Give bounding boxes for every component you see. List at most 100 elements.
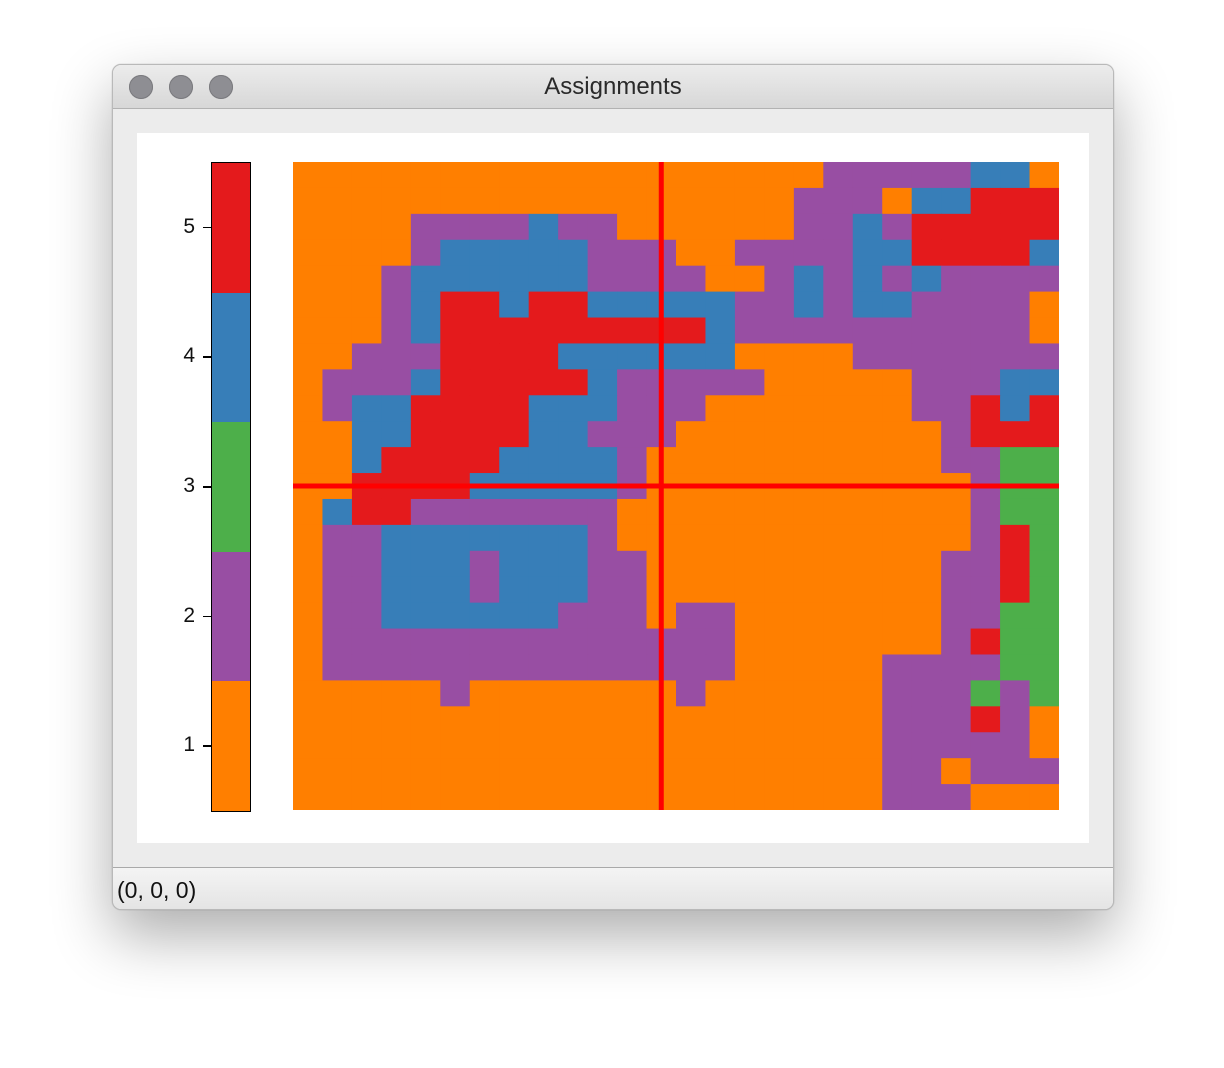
heatmap-cell [734,187,765,215]
heatmap-cell [941,369,972,396]
heatmap-cell [528,421,559,448]
heatmap-cell [911,784,942,810]
heatmap-cell [293,498,324,526]
heatmap-cell [469,187,500,215]
heatmap-cell [351,239,382,267]
heatmap-cell [734,654,765,681]
heatmap-cell [676,317,707,345]
heatmap-cell [676,291,707,319]
heatmap-cell [440,654,471,681]
heatmap-cell [852,498,883,526]
heatmap-cell [705,602,736,630]
heatmap-cell [793,343,824,370]
heatmap-cell [970,706,1001,733]
heatmap-cell [793,395,824,422]
heatmap-cell [322,654,353,681]
heatmap-cell [381,732,412,759]
heatmap-cell [410,680,441,707]
heatmap-cell [469,680,500,707]
heatmap-cell [823,628,854,656]
heatmap-cell [528,706,559,733]
title-bar[interactable]: Assignments [113,65,1113,109]
heatmap-cell [823,550,854,578]
heatmap-cell [322,524,353,552]
heatmap-cell [499,576,530,604]
heatmap-cell [587,550,618,578]
heatmap-cell [322,576,353,604]
assignment-heatmap[interactable] [293,162,1059,810]
heatmap-cell [734,732,765,759]
heatmap-cell [970,654,1001,681]
heatmap-cell [410,317,441,345]
heatmap-cell [705,758,736,785]
heatmap-cell [322,706,353,733]
heatmap-cell [322,213,353,241]
heatmap-cell [970,343,1001,370]
heatmap-cell [528,369,559,396]
heatmap-cell [676,239,707,267]
heatmap-cell [970,602,1001,630]
heatmap-cell [587,317,618,345]
heatmap-cell [587,758,618,785]
heatmap-cell [617,602,648,630]
heatmap-cell [587,187,618,215]
heatmap-cell [440,369,471,396]
heatmap-cell [440,628,471,656]
heatmap-cell [823,213,854,241]
heatmap-cell [882,758,913,785]
heatmap-cell [941,187,972,215]
heatmap-cell [1029,317,1059,345]
heatmap-cell [381,654,412,681]
heatmap-cell [764,602,795,630]
heatmap-cell [351,187,382,215]
heatmap-cell [469,343,500,370]
heatmap-cell [293,291,324,319]
heatmap-cell [911,550,942,578]
heatmap-cell [469,447,500,474]
heatmap-cell [351,524,382,552]
heatmap-cell [911,213,942,241]
heatmap-cell [469,213,500,241]
heatmap-cell [852,758,883,785]
heatmap-cell [1000,317,1031,345]
heatmap-cell [381,576,412,604]
heatmap-cell [499,239,530,267]
heatmap-cell [558,550,589,578]
heatmap-cell [1029,291,1059,319]
heatmap-cell [410,498,441,526]
heatmap-cell [587,576,618,604]
heatmap-cell [528,395,559,422]
heatmap-cell [852,447,883,474]
heatmap-cell [793,421,824,448]
heatmap-cell [823,369,854,396]
heatmap-cell [322,162,353,189]
heatmap-cell [941,576,972,604]
heatmap-cell [587,680,618,707]
heatmap-cell [1000,239,1031,267]
heatmap-cell [734,265,765,293]
heatmap-cell [852,576,883,604]
heatmap-cell [322,291,353,319]
heatmap-cell [410,784,441,810]
heatmap-cell [882,291,913,319]
heatmap-cell [293,265,324,293]
heatmap-cell [410,421,441,448]
heatmap-cell [617,524,648,552]
heatmap-cell [882,162,913,189]
heatmap-cell [852,732,883,759]
colorbar-segment [212,292,250,423]
heatmap-cell [499,784,530,810]
heatmap-cell [823,784,854,810]
heatmap-cell [587,239,618,267]
heatmap-cell [882,576,913,604]
heatmap-cell [705,239,736,267]
heatmap-cell [941,265,972,293]
heatmap-cell [911,576,942,604]
heatmap-cell [941,550,972,578]
heatmap-cell [793,784,824,810]
heatmap-cell [410,732,441,759]
heatmap-cell [1029,343,1059,370]
heatmap-cell [852,291,883,319]
plot-canvas[interactable]: 1 2 3 4 5 [137,133,1089,843]
heatmap-cell [882,239,913,267]
